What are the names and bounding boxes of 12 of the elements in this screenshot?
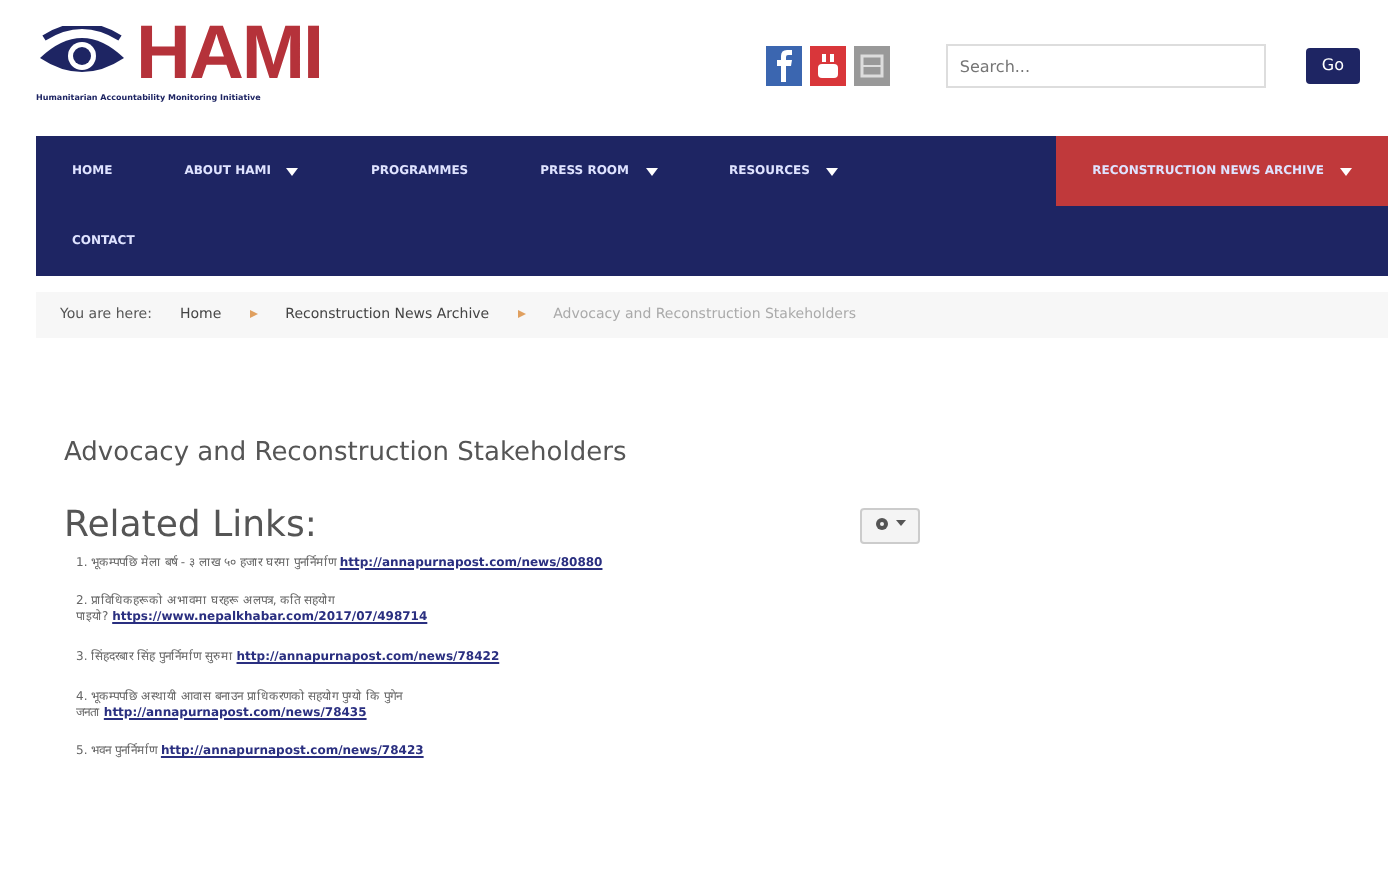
logo-text[interactable]: HAMI: [136, 16, 323, 92]
facebook-icon[interactable]: [765, 46, 802, 86]
page-title: Advocacy and Reconstruction Stakeholders: [64, 435, 629, 471]
gear-icon: [874, 515, 891, 532]
search-field[interactable]: Search...: [945, 44, 1266, 88]
separator-icon: [517, 310, 526, 319]
settings-button[interactable]: [860, 508, 920, 544]
go-button[interactable]: Go: [1305, 48, 1360, 84]
separator-icon: [249, 310, 258, 319]
youtube-icon[interactable]: [809, 46, 846, 86]
section-heading: Related Links:: [64, 504, 317, 548]
caret-icon: [896, 520, 906, 527]
